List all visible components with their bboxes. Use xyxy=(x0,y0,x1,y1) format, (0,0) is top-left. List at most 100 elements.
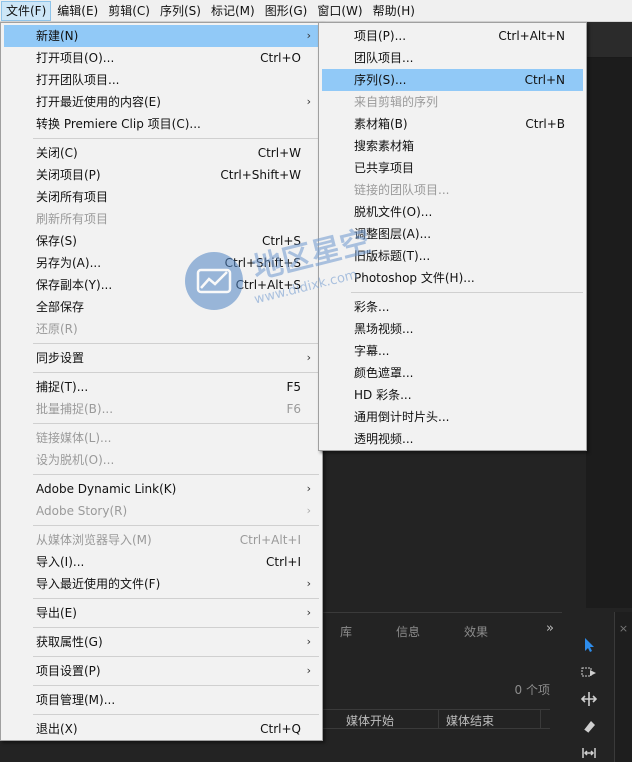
submenu-item-bin[interactable]: 素材箱(B) Ctrl+B xyxy=(322,113,583,135)
column-divider[interactable] xyxy=(540,710,541,728)
menu-item-label: 导出(E) xyxy=(36,606,77,620)
menu-item-label: 素材箱(B) xyxy=(354,117,408,131)
selection-tool-icon[interactable] xyxy=(576,634,602,656)
menu-item-convert-clip[interactable]: 转换 Premiere Clip 项目(C)... xyxy=(4,113,319,135)
menu-item-import-media-browser: 从媒体浏览器导入(M) Ctrl+Alt+I xyxy=(4,529,319,551)
menu-item-label: Adobe Dynamic Link(K) xyxy=(36,482,177,496)
menu-item-shortcut: Ctrl+B xyxy=(525,117,565,131)
menu-item-label: 打开项目(O)... xyxy=(36,51,115,65)
menu-edit[interactable]: 编辑(E) xyxy=(53,1,102,21)
panel-overflow-button[interactable]: » xyxy=(546,621,554,636)
menu-item-label: 打开团队项目... xyxy=(36,73,120,87)
close-icon[interactable]: × xyxy=(614,612,632,762)
submenu-item-legacy-title[interactable]: 旧版标题(T)... xyxy=(322,245,583,267)
tab-effects[interactable]: 效果 xyxy=(464,623,488,640)
submenu-item-team-project[interactable]: 团队项目... xyxy=(322,47,583,69)
submenu-item-sequence[interactable]: 序列(S)... Ctrl+N xyxy=(322,69,583,91)
razor-tool-icon[interactable] xyxy=(576,716,602,738)
menu-item-label: 批量捕捉(B)... xyxy=(36,402,114,416)
menu-separator xyxy=(33,525,319,526)
menu-separator xyxy=(33,138,319,139)
submenu-item-black-video[interactable]: 黑场视频... xyxy=(322,318,583,340)
menu-item-label: 关闭所有项目 xyxy=(36,190,109,204)
menu-separator xyxy=(33,656,319,657)
menu-item-open-team-project[interactable]: 打开团队项目... xyxy=(4,69,319,91)
submenu-item-color-matte[interactable]: 颜色遮罩... xyxy=(322,362,583,384)
menu-item-get-properties[interactable]: 获取属性(G) › xyxy=(4,631,319,653)
submenu-item-adjustment-layer[interactable]: 调整图层(A)... xyxy=(322,223,583,245)
menu-item-close-all-projects[interactable]: 关闭所有项目 xyxy=(4,186,319,208)
menu-item-batch-capture: 批量捕捉(B)... F6 xyxy=(4,398,319,420)
menu-graphics[interactable]: 图形(G) xyxy=(261,1,312,21)
column-media-start[interactable]: 媒体开始 xyxy=(346,712,394,729)
track-select-tool-icon[interactable] xyxy=(576,662,602,684)
menu-separator xyxy=(33,474,319,475)
menu-item-label: 脱机文件(O)... xyxy=(354,205,433,219)
menu-item-project-manager[interactable]: 项目管理(M)... xyxy=(4,689,319,711)
menu-item-shortcut: Ctrl+Shift+W xyxy=(220,168,301,182)
menu-help[interactable]: 帮助(H) xyxy=(369,1,419,21)
menu-item-label: 项目设置(P) xyxy=(36,664,101,678)
menu-item-shortcut: Ctrl+Alt+S xyxy=(235,278,301,292)
menu-file[interactable]: 文件(F) xyxy=(1,0,52,21)
menu-item-save-all[interactable]: 全部保存 xyxy=(4,296,319,318)
submenu-item-search-bin[interactable]: 搜索素材箱 xyxy=(322,135,583,157)
menu-item-label: 还原(R) xyxy=(36,322,78,336)
column-media-end[interactable]: 媒体结束 xyxy=(446,712,494,729)
menu-item-dynamic-link[interactable]: Adobe Dynamic Link(K) › xyxy=(4,478,319,500)
submenu-item-transparent-video[interactable]: 透明视频... xyxy=(322,428,583,450)
chevron-right-icon: › xyxy=(306,635,311,648)
tab-info[interactable]: 信息 xyxy=(396,623,420,640)
menu-item-save-as[interactable]: 另存为(A)... Ctrl+Shift+S xyxy=(4,252,319,274)
menu-item-project-settings[interactable]: 项目设置(P) › xyxy=(4,660,319,682)
menu-item-close[interactable]: 关闭(C) Ctrl+W xyxy=(4,142,319,164)
menu-clip[interactable]: 剪辑(C) xyxy=(104,1,154,21)
menu-bar: 文件(F) 编辑(E) 剪辑(C) 序列(S) 标记(M) 图形(G) 窗口(W… xyxy=(0,0,632,22)
menu-item-shortcut: F5 xyxy=(286,380,301,394)
submenu-item-captions[interactable]: 字幕... xyxy=(322,340,583,362)
menu-item-label: 导入(I)... xyxy=(36,555,85,569)
menu-separator xyxy=(33,423,319,424)
menu-item-label: 调整图层(A)... xyxy=(354,227,432,241)
menu-window[interactable]: 窗口(W) xyxy=(313,1,366,21)
menu-item-label: 彩条... xyxy=(354,300,390,314)
chevron-right-icon: › xyxy=(306,95,311,108)
tab-library[interactable]: 库 xyxy=(340,623,352,640)
menu-item-shortcut: Ctrl+O xyxy=(260,51,301,65)
menu-item-open-project[interactable]: 打开项目(O)... Ctrl+O xyxy=(4,47,319,69)
submenu-item-hd-bars[interactable]: HD 彩条... xyxy=(322,384,583,406)
menu-item-new[interactable]: 新建(N) › xyxy=(4,25,319,47)
new-submenu: 项目(P)... Ctrl+Alt+N 团队项目... 序列(S)... Ctrl+… xyxy=(318,22,587,451)
column-divider[interactable] xyxy=(438,710,439,728)
menu-item-capture[interactable]: 捕捉(T)... F5 xyxy=(4,376,319,398)
menu-item-label: 黑场视频... xyxy=(354,322,414,336)
submenu-item-bars-and-tone[interactable]: 彩条... xyxy=(322,296,583,318)
menu-item-label: 同步设置 xyxy=(36,351,85,365)
menu-item-import[interactable]: 导入(I)... Ctrl+I xyxy=(4,551,319,573)
menu-item-label: 项目管理(M)... xyxy=(36,693,116,707)
menu-item-label: 关闭项目(P) xyxy=(36,168,101,182)
submenu-item-project[interactable]: 项目(P)... Ctrl+Alt+N xyxy=(322,25,583,47)
menu-item-open-recent[interactable]: 打开最近使用的内容(E) › xyxy=(4,91,319,113)
ripple-edit-tool-icon[interactable] xyxy=(576,688,602,710)
menu-item-save[interactable]: 保存(S) Ctrl+S xyxy=(4,230,319,252)
menu-item-import-recent-file[interactable]: 导入最近使用的文件(F) › xyxy=(4,573,319,595)
submenu-item-countdown-leader[interactable]: 通用倒计时片头... xyxy=(322,406,583,428)
menu-item-export[interactable]: 导出(E) › xyxy=(4,602,319,624)
menu-item-label: 从媒体浏览器导入(M) xyxy=(36,533,152,547)
menu-item-exit[interactable]: 退出(X) Ctrl+Q xyxy=(4,718,319,740)
submenu-item-photoshop-file[interactable]: Photoshop 文件(H)... xyxy=(322,267,583,289)
chevron-right-icon: › xyxy=(306,504,311,517)
slip-tool-icon[interactable] xyxy=(576,742,602,762)
menu-item-sync-settings[interactable]: 同步设置 › xyxy=(4,347,319,369)
submenu-item-shared-project[interactable]: 已共享项目 xyxy=(322,157,583,179)
menu-item-close-project[interactable]: 关闭项目(P) Ctrl+Shift+W xyxy=(4,164,319,186)
menu-item-label: Adobe Story(R) xyxy=(36,504,128,518)
chevron-right-icon: › xyxy=(306,351,311,364)
submenu-item-offline-file[interactable]: 脱机文件(O)... xyxy=(322,201,583,223)
menu-item-label: 获取属性(G) xyxy=(36,635,103,649)
menu-item-save-copy[interactable]: 保存副本(Y)... Ctrl+Alt+S xyxy=(4,274,319,296)
menu-item-link-media: 链接媒体(L)... xyxy=(4,427,319,449)
menu-sequence[interactable]: 序列(S) xyxy=(156,1,205,21)
menu-markers[interactable]: 标记(M) xyxy=(207,1,259,21)
